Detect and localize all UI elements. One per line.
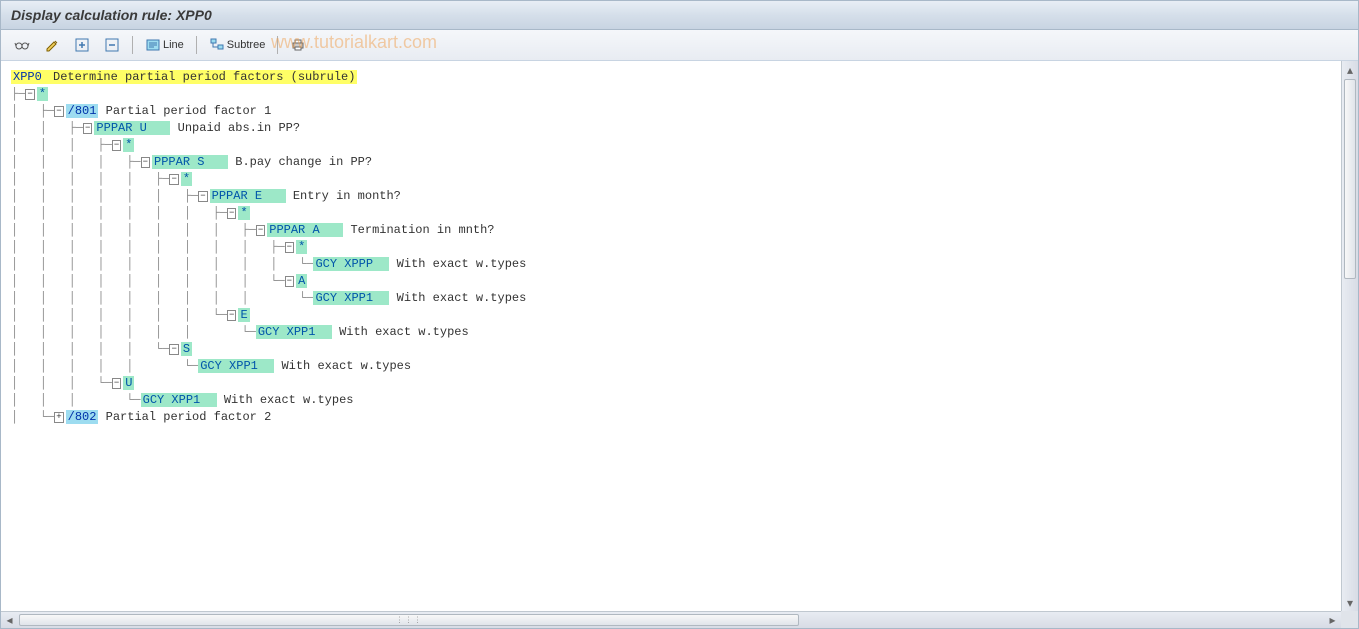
separator <box>132 36 133 54</box>
display-change-icon[interactable] <box>39 34 65 56</box>
tree-node[interactable]: │ │ │ │ │ │ │ │ │ └─−A <box>11 273 1348 290</box>
tree-node[interactable]: │ │ │ │ ├─−PPPAR S B.pay change in PP? <box>11 154 1348 171</box>
expand-collapse-icon[interactable]: − <box>141 157 150 168</box>
tree-node[interactable]: │ │ │ ├─−* <box>11 137 1348 154</box>
tree-node[interactable]: │ │ │ │ │ │ │ │ ├─−PPPAR A Termination i… <box>11 222 1348 239</box>
tree-node[interactable]: │ │ │ │ │ ├─−* <box>11 171 1348 188</box>
scroll-corner <box>1341 611 1358 628</box>
scroll-thumb[interactable] <box>1344 79 1356 279</box>
scroll-left-icon[interactable]: ◂ <box>1 612 18 628</box>
scroll-right-icon[interactable]: ▸ <box>1324 612 1341 628</box>
tree-node[interactable]: │ │ │ └─−U <box>11 375 1348 392</box>
separator <box>196 36 197 54</box>
line-label: Line <box>163 39 184 51</box>
tree-node[interactable]: │ │ │ │ │ └─−S <box>11 341 1348 358</box>
tree-node[interactable]: │ │ ├─−PPPAR U Unpaid abs.in PP? <box>11 120 1348 137</box>
print-icon[interactable] <box>285 34 311 56</box>
scroll-up-icon[interactable]: ▴ <box>1342 61 1358 78</box>
vertical-scrollbar[interactable]: ▴ ▾ <box>1341 61 1358 611</box>
glasses-icon[interactable] <box>9 34 35 56</box>
expand-collapse-icon[interactable]: − <box>227 310 236 321</box>
expand-collapse-icon[interactable]: − <box>285 242 294 253</box>
expand-collapse-icon[interactable]: − <box>227 208 236 219</box>
horizontal-scrollbar[interactable]: ◂ ⋮⋮⋮ ▸ <box>1 611 1341 628</box>
tree-node[interactable]: │ └─+/802 Partial period factor 2 <box>11 409 1348 426</box>
tree-node[interactable]: │ │ │ │ │ │ │ └─GCY XPP1 With exact w.ty… <box>11 324 1348 341</box>
subtree-button[interactable]: Subtree <box>204 34 271 56</box>
tree-node[interactable]: │ │ │ │ │ │ ├─−PPPAR E Entry in month? <box>11 188 1348 205</box>
expand-collapse-icon[interactable]: − <box>198 191 207 202</box>
tree-node[interactable]: │ │ │ │ │ │ │ │ │ │ └─GCY XPPP With exac… <box>11 256 1348 273</box>
tree-node[interactable]: │ │ │ │ │ └─GCY XPP1 With exact w.types <box>11 358 1348 375</box>
tree-node[interactable]: ├─−* <box>11 86 1348 103</box>
tree-node[interactable]: │ │ │ │ │ │ │ │ │ ├─−* <box>11 239 1348 256</box>
tree-node[interactable]: │ │ │ │ │ │ │ │ │ └─GCY XPP1 With exact … <box>11 290 1348 307</box>
expand-collapse-icon[interactable]: − <box>112 140 121 151</box>
tree-node[interactable]: │ │ │ │ │ │ │ ├─−* <box>11 205 1348 222</box>
scroll-thumb[interactable]: ⋮⋮⋮ <box>19 614 799 626</box>
expand-collapse-icon[interactable]: − <box>112 378 121 389</box>
expand-collapse-icon[interactable]: − <box>83 123 92 134</box>
tree-node[interactable]: │ ├─−/801 Partial period factor 1 <box>11 103 1348 120</box>
expand-icon[interactable] <box>69 34 95 56</box>
expand-collapse-icon[interactable]: − <box>25 89 34 100</box>
subtree-label: Subtree <box>227 39 266 51</box>
tree-node[interactable]: │ │ │ └─GCY XPP1 With exact w.types <box>11 392 1348 409</box>
separator <box>277 36 278 54</box>
expand-collapse-icon[interactable]: − <box>169 344 178 355</box>
expand-collapse-icon[interactable]: + <box>54 412 63 423</box>
collapse-icon[interactable] <box>99 34 125 56</box>
expand-collapse-icon[interactable]: − <box>256 225 265 236</box>
tree-root[interactable]: XPP0 Determine partial period factors (s… <box>11 69 1348 86</box>
line-button[interactable]: Line <box>140 34 189 56</box>
tree-node[interactable]: │ │ │ │ │ │ │ └─−E <box>11 307 1348 324</box>
toolbar: Line Subtree www.tutorialkart.com <box>1 30 1358 61</box>
expand-collapse-icon[interactable]: − <box>54 106 63 117</box>
page-title: Display calculation rule: XPP0 <box>1 1 1358 30</box>
tree-view[interactable]: XPP0 Determine partial period factors (s… <box>3 63 1356 432</box>
expand-collapse-icon[interactable]: − <box>285 276 294 287</box>
expand-collapse-icon[interactable]: − <box>169 174 178 185</box>
scroll-down-icon[interactable]: ▾ <box>1342 594 1358 611</box>
